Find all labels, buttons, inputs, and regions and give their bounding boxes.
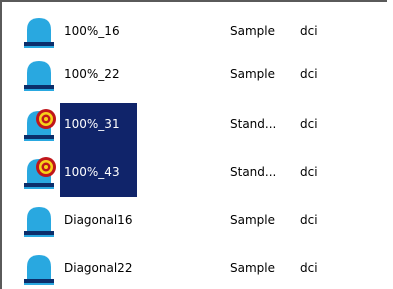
item-extension: dci bbox=[300, 117, 318, 131]
list-item[interactable]: Diagonal22 Sample dci bbox=[2, 247, 387, 289]
target-badge-icon bbox=[36, 109, 56, 129]
standard-icon bbox=[24, 157, 56, 189]
file-list[interactable]: 100%_16 Sample dci 100%_22 Sample dci 10… bbox=[2, 2, 387, 289]
item-type: Stand... bbox=[230, 117, 277, 131]
list-right-edge bbox=[387, 0, 393, 289]
item-extension: dci bbox=[300, 165, 318, 179]
sample-icon bbox=[24, 18, 54, 48]
item-name: Diagonal22 bbox=[64, 261, 133, 275]
item-extension: dci bbox=[300, 213, 318, 227]
sample-icon bbox=[24, 207, 54, 237]
list-item-selected[interactable]: 100%_43 Stand... dci bbox=[2, 151, 387, 194]
standard-icon bbox=[24, 109, 56, 141]
sample-icon bbox=[24, 61, 54, 91]
list-item[interactable]: 100%_16 Sample dci bbox=[2, 10, 387, 53]
list-item[interactable]: Diagonal16 Sample dci bbox=[2, 199, 387, 242]
item-name: 100%_31 bbox=[64, 117, 120, 131]
target-badge-icon bbox=[36, 157, 56, 177]
item-type: Sample bbox=[230, 67, 275, 81]
item-type: Stand... bbox=[230, 165, 277, 179]
item-type: Sample bbox=[230, 261, 275, 275]
item-name: Diagonal16 bbox=[64, 213, 133, 227]
list-item-selected[interactable]: 100%_31 Stand... dci bbox=[2, 103, 387, 146]
item-type: Sample bbox=[230, 213, 275, 227]
item-name: 100%_43 bbox=[64, 165, 120, 179]
item-extension: dci bbox=[300, 24, 318, 38]
item-type: Sample bbox=[230, 24, 275, 38]
sample-icon bbox=[24, 255, 54, 285]
item-name: 100%_22 bbox=[64, 67, 120, 81]
item-extension: dci bbox=[300, 261, 318, 275]
list-item[interactable]: 100%_22 Sample dci bbox=[2, 53, 387, 96]
item-extension: dci bbox=[300, 67, 318, 81]
item-name: 100%_16 bbox=[64, 24, 120, 38]
